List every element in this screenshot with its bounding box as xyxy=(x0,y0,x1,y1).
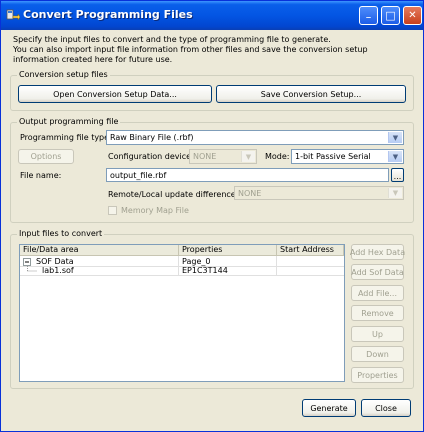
down-label: Down xyxy=(366,349,389,359)
memory-map-checkbox[interactable] xyxy=(108,206,117,215)
options-label: Options xyxy=(30,152,62,161)
add-sof-data-button[interactable]: Add Sof Data xyxy=(351,264,404,280)
properties-label: Properties xyxy=(357,370,398,380)
intro-text: Specify the input files to convert and t… xyxy=(13,35,413,65)
add-hex-data-button[interactable]: Add Hex Data xyxy=(349,244,406,260)
ellipsis-icon: ... xyxy=(393,172,402,181)
row-file-name: SOF Data xyxy=(36,257,74,266)
row-properties: EP1C3T144 xyxy=(182,266,228,275)
file-name-value: output_file.rbf xyxy=(110,170,167,180)
configuration-device-value: NONE xyxy=(193,152,217,161)
close-button[interactable]: Close xyxy=(361,399,411,417)
remove-label: Remove xyxy=(361,308,394,318)
convert-programming-files-window: Convert Programming Files _ □ ✕ Specify … xyxy=(0,0,424,432)
chevron-down-icon[interactable]: ▼ xyxy=(388,188,402,198)
maximize-icon: □ xyxy=(385,9,396,22)
options-button[interactable]: Options xyxy=(18,149,74,164)
window-title: Convert Programming Files xyxy=(23,8,193,21)
programming-file-type-value: Raw Binary File (.rbf) xyxy=(110,133,194,142)
app-icon xyxy=(6,9,20,21)
generate-button[interactable]: Generate xyxy=(302,399,356,417)
intro-line-2: You can also import input file informati… xyxy=(13,45,368,64)
minimize-icon: _ xyxy=(366,8,371,19)
collapse-icon[interactable] xyxy=(23,258,31,266)
chevron-down-icon[interactable]: ▼ xyxy=(388,132,402,143)
memory-map-label: Memory Map File xyxy=(121,206,189,215)
column-header-properties[interactable]: Properties xyxy=(179,245,277,256)
column-header-start-address[interactable]: Start Address xyxy=(277,245,344,256)
add-file-label: Add File... xyxy=(357,288,398,298)
browse-file-button[interactable]: ... xyxy=(391,168,404,182)
row-file-name: lab1.sof xyxy=(42,266,74,275)
programming-file-type-select[interactable]: Raw Binary File (.rbf) ▼ xyxy=(106,130,404,145)
mode-select[interactable]: 1-bit Passive Serial ▼ xyxy=(291,149,404,164)
conversion-setup-legend: Conversion setup files xyxy=(17,70,110,79)
row-divider xyxy=(20,275,344,276)
programming-file-type-label: Programming file type: xyxy=(20,133,112,142)
open-conversion-setup-button[interactable]: Open Conversion Setup Data... xyxy=(18,85,212,103)
close-window-button[interactable]: ✕ xyxy=(403,6,422,25)
up-label: Up xyxy=(372,329,383,339)
down-button[interactable]: Down xyxy=(351,346,404,362)
input-files-table[interactable]: File/Data area Properties Start Address … xyxy=(19,244,345,382)
output-programming-legend: Output programming file xyxy=(17,117,121,126)
mode-value: 1-bit Passive Serial xyxy=(295,152,371,161)
close-icon: ✕ xyxy=(408,10,417,21)
properties-button[interactable]: Properties xyxy=(351,367,404,383)
add-sof-data-label: Add Sof Data xyxy=(351,267,404,277)
column-header-file[interactable]: File/Data area xyxy=(20,245,179,256)
configuration-device-label: Configuration device: xyxy=(108,152,194,161)
file-name-label: File name: xyxy=(20,171,62,180)
title-bar[interactable]: Convert Programming Files _ □ ✕ xyxy=(1,1,423,30)
file-name-input[interactable]: output_file.rbf xyxy=(106,168,389,182)
row-properties: Page_0 xyxy=(182,257,211,266)
maximize-button[interactable]: □ xyxy=(381,6,400,25)
mode-label: Mode: xyxy=(265,152,290,161)
chevron-down-icon[interactable]: ▼ xyxy=(388,151,402,162)
remove-button[interactable]: Remove xyxy=(351,305,404,321)
intro-line-1: Specify the input files to convert and t… xyxy=(13,35,331,44)
chevron-down-icon[interactable]: ▼ xyxy=(241,151,255,162)
tree-connector-icon xyxy=(27,266,37,272)
up-button[interactable]: Up xyxy=(351,326,404,342)
open-conversion-setup-label: Open Conversion Setup Data... xyxy=(53,89,177,99)
input-files-legend: Input files to convert xyxy=(17,229,105,238)
add-file-button[interactable]: Add File... xyxy=(351,285,404,301)
save-conversion-setup-label: Save Conversion Setup... xyxy=(260,89,362,99)
configuration-device-select[interactable]: NONE ▼ xyxy=(189,149,257,164)
remote-local-update-select[interactable]: NONE ▼ xyxy=(234,186,404,200)
add-hex-data-label: Add Hex Data xyxy=(349,247,406,257)
remote-local-update-value: NONE xyxy=(238,188,262,198)
generate-label: Generate xyxy=(310,403,348,413)
save-conversion-setup-button[interactable]: Save Conversion Setup... xyxy=(216,85,406,103)
minimize-button[interactable]: _ xyxy=(359,6,378,25)
close-label: Close xyxy=(375,403,397,413)
remote-local-update-label: Remote/Local update difference file: xyxy=(108,190,254,199)
